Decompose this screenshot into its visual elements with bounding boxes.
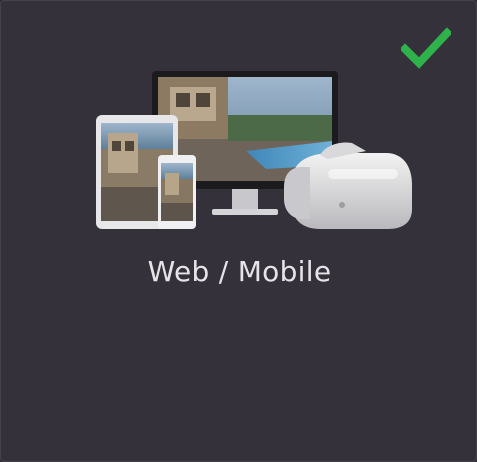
checkmark-icon (401, 27, 451, 69)
devices-illustration-icon (96, 71, 412, 229)
phone-icon (158, 155, 196, 229)
web-mobile-option-card[interactable]: Web / Mobile (0, 0, 477, 462)
option-label: Web / Mobile (147, 255, 332, 288)
